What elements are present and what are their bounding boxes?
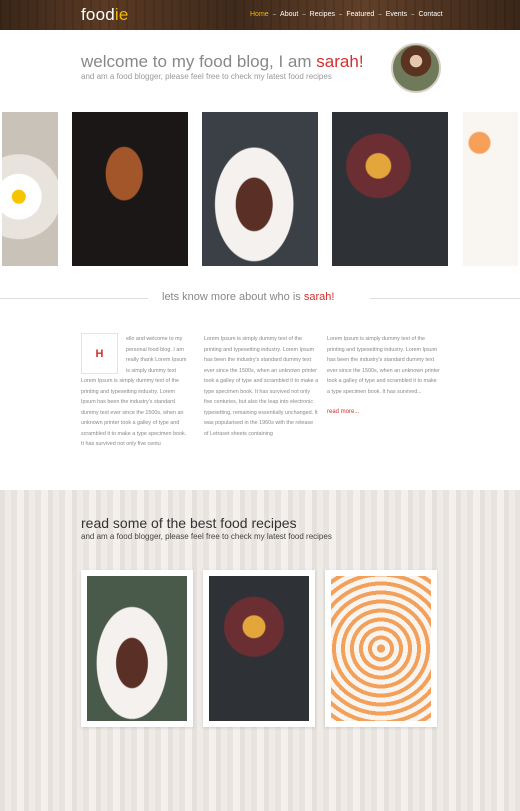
recipe-card-fruit-platter[interactable] (203, 570, 315, 727)
nav-home[interactable]: Home (250, 11, 269, 18)
nav-events[interactable]: Events (386, 11, 407, 18)
intro-title-name: sarah (316, 52, 359, 71)
about-column-3: Lorem Ipsum is simply dummy text of the … (327, 336, 440, 395)
about-title-name: sarah (303, 291, 332, 303)
recipe-image (209, 576, 309, 721)
gallery-photo-fruit-tarts[interactable] (461, 110, 520, 268)
site-logo[interactable]: foodie (81, 5, 129, 25)
recipes-title: read some of the best food recipes (81, 515, 297, 531)
about-column-2: Lorem Ipsum is simply dummy text of the … (204, 336, 319, 437)
nav-separator: – (302, 11, 306, 18)
about-divider-right (370, 298, 520, 299)
logo-main: food (81, 5, 115, 24)
nav-featured[interactable]: Featured (346, 11, 374, 18)
about-title: lets know more about who is sarah! (162, 291, 334, 303)
about-title-end: ! (331, 291, 335, 303)
nav-contact[interactable]: Contact (418, 11, 442, 18)
about-column-1-body: Lorem Ipsum is simply dummy text of the … (81, 378, 187, 447)
gallery-photo-croissant-and-nuts[interactable] (70, 110, 190, 268)
nav-recipes[interactable]: Recipes (310, 11, 335, 18)
nav-separator: – (338, 11, 343, 18)
recipe-card-fruit-tarts[interactable] (325, 570, 437, 727)
read-more-link[interactable]: read more... (327, 409, 359, 415)
about-dropcap: H (81, 333, 118, 374)
gallery-photo-steak-with-asparagus[interactable] (200, 110, 320, 268)
about-column-1-intro: ello and welcome to my personal food blo… (126, 336, 187, 374)
intro-title: welcome to my food blog, I am sarah! (81, 52, 364, 72)
about-divider-left (0, 298, 148, 299)
intro-title-prefix: welcome to my food blog, I am (81, 52, 317, 71)
recipes-subtitle: and am a food blogger, please feel free … (81, 532, 332, 541)
recipe-card-steak-with-asparagus[interactable] (81, 570, 193, 727)
gallery-photo-fried-egg-toast[interactable] (0, 110, 60, 268)
recipe-image (87, 576, 187, 721)
nav-separator: – (378, 11, 382, 18)
nav-about[interactable]: About (280, 11, 298, 18)
intro-title-end: ! (358, 52, 364, 71)
recipe-image (331, 576, 431, 721)
gallery-photo-fruit-platter[interactable] (330, 110, 450, 268)
about-title-prefix: lets know more about who is (162, 291, 304, 303)
intro-subtitle: and am a food blogger, please feel free … (81, 72, 332, 81)
nav-separator: – (272, 11, 277, 18)
author-avatar[interactable] (391, 43, 441, 93)
logo-accent: ie (114, 5, 129, 24)
nav-separator: – (411, 11, 415, 18)
main-nav: Home – About – Recipes – Featured – Even… (250, 11, 443, 18)
